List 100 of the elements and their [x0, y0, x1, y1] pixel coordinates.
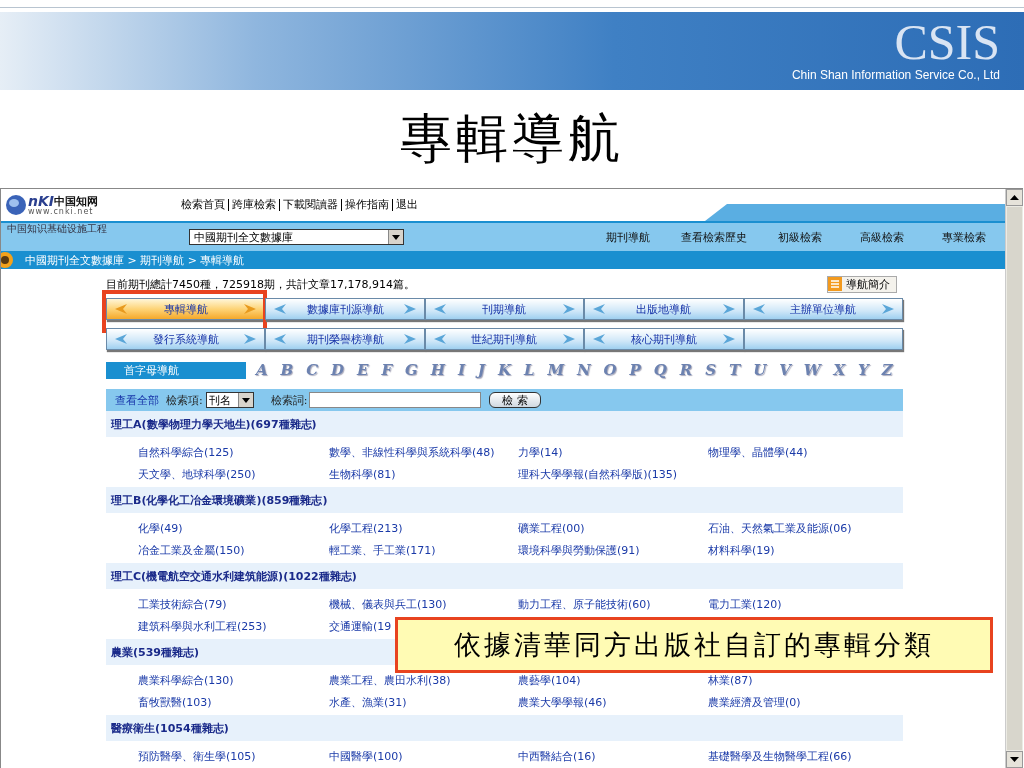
- letter-link[interactable]: E: [357, 361, 369, 379]
- subcategory-link[interactable]: 冶金工業及金屬(150): [138, 541, 245, 563]
- letter-link[interactable]: M: [547, 361, 564, 379]
- stats-text: 目前期刊總計7450種，725918期，共計文章17,178,914篇。: [106, 276, 415, 292]
- subcategory-link[interactable]: 工業技術綜合(79): [138, 595, 227, 617]
- letter-link[interactable]: S: [705, 361, 717, 379]
- search-field[interactable]: [309, 392, 482, 408]
- field-select[interactable]: 刊名: [205, 392, 254, 408]
- category-title[interactable]: 理工C(機電航空交通水利建筑能源)(1022種雜志): [111, 568, 357, 584]
- letter-link[interactable]: U: [753, 361, 767, 379]
- letter-link[interactable]: Q: [653, 361, 667, 379]
- nav-tab[interactable]: 高級檢索: [841, 229, 923, 245]
- subcategory-link[interactable]: 輕工業、手工業(171): [329, 541, 436, 563]
- subcategory-link[interactable]: 預防醫學、衛生學(105): [138, 747, 256, 768]
- subcategory-link[interactable]: 畜牧獸醫(103): [138, 693, 212, 715]
- subcategory-link[interactable]: 天文學、地球科學(250): [138, 465, 256, 487]
- subcategory-link[interactable]: 農業工程、農田水利(38): [329, 671, 451, 693]
- nav-tab[interactable]: 初級檢索: [759, 229, 841, 245]
- letter-link[interactable]: H: [430, 361, 445, 379]
- nav-button[interactable]: 世紀期刊導航: [424, 328, 585, 350]
- scrollbar[interactable]: [1005, 189, 1023, 768]
- top-link[interactable]: 下載閱讀器: [279, 199, 341, 211]
- company-name: Chin Shan Information Service Co., Ltd: [791, 68, 1000, 82]
- category-title[interactable]: 農業(539種雜志): [111, 644, 200, 660]
- database-select[interactable]: 中國期刊全文數據庫: [189, 229, 404, 245]
- nav-tab[interactable]: 期刊導航: [587, 229, 669, 245]
- view-all-link[interactable]: 查看全部: [115, 392, 159, 408]
- subcategory-link[interactable]: 建筑科學與水利工程(253): [138, 617, 267, 639]
- nav-tab[interactable]: 查看檢索歷史: [669, 229, 759, 245]
- category-title[interactable]: 醫療衛生(1054種雜志): [111, 720, 229, 736]
- intro-button[interactable]: 導航簡介: [827, 275, 897, 293]
- subcategory-link[interactable]: 物理學、晶體學(44): [708, 443, 808, 465]
- subcategory-link[interactable]: 農業大學學報(46): [518, 693, 607, 715]
- subcategory-link[interactable]: 電力工業(120): [708, 595, 782, 617]
- scroll-up-icon: [1010, 195, 1019, 200]
- top-link[interactable]: 檢索首頁: [181, 199, 228, 211]
- nav-tab[interactable]: 專業檢索: [923, 229, 1005, 245]
- subcategory-link[interactable]: 礦業工程(00): [518, 519, 585, 541]
- slogan-text: 中国知识基础设施工程: [7, 223, 107, 235]
- letter-link[interactable]: G: [405, 361, 418, 379]
- category-title[interactable]: 理工A(數學物理力學天地生)(697種雜志): [111, 416, 317, 432]
- right-arrow-icon: [881, 304, 894, 314]
- left-arrow-icon: [593, 304, 606, 314]
- subcategory-link[interactable]: 基礎醫學及生物醫學工程(66): [708, 747, 852, 768]
- subcategory-link[interactable]: 農業經濟及管理(0): [708, 693, 801, 715]
- right-arrow-icon: [244, 334, 257, 344]
- letter-link[interactable]: Z: [881, 361, 893, 379]
- letter-link[interactable]: X: [833, 361, 846, 379]
- subcategory-link[interactable]: 化學(49): [138, 519, 183, 541]
- letter-link[interactable]: C: [306, 361, 319, 379]
- letter-link[interactable]: W: [803, 361, 821, 379]
- subcategory-link[interactable]: 交通運輸(19: [329, 617, 392, 639]
- top-link[interactable]: 操作指南: [341, 199, 392, 211]
- subcategory-link[interactable]: 石油、天然氣工業及能源(06): [708, 519, 852, 541]
- subcategory-link[interactable]: 農業科學綜合(130): [138, 671, 234, 693]
- subcategory-link[interactable]: 化學工程(213): [329, 519, 403, 541]
- nav-button[interactable]: 發行系統導航: [106, 328, 266, 350]
- letter-link[interactable]: B: [280, 361, 294, 379]
- letter-link[interactable]: O: [603, 361, 617, 379]
- letter-link[interactable]: V: [779, 361, 791, 379]
- nav-button[interactable]: 主辦單位導航: [743, 298, 903, 320]
- letter-link[interactable]: D: [331, 361, 345, 379]
- nav-button[interactable]: 核心期刊導航: [584, 328, 744, 350]
- subcategory-link[interactable]: 生物科學(81): [329, 465, 396, 487]
- subcategory-link[interactable]: 自然科學綜合(125): [138, 443, 234, 465]
- search-button[interactable]: 檢 索: [489, 392, 541, 408]
- nav-button[interactable]: 期刊榮譽榜導航: [265, 328, 425, 350]
- subcategory-link[interactable]: 材料科學(19): [708, 541, 775, 563]
- top-link[interactable]: 退出: [392, 199, 421, 211]
- letter-link[interactable]: R: [679, 361, 693, 379]
- subcategory-link[interactable]: 水產、漁業(31): [329, 693, 407, 715]
- letter-link[interactable]: Y: [858, 361, 869, 379]
- letter-link[interactable]: N: [576, 361, 591, 379]
- category-title[interactable]: 理工B(化學化工冶金環境礦業)(859種雜志): [111, 492, 328, 508]
- logo-url: www.cnki.net: [28, 208, 94, 216]
- breadcrumb: 中國期刊全文數據庫 > 期刊導航 > 專輯導航: [25, 252, 245, 268]
- subcategory-link[interactable]: 理科大學學報(自然科學版)(135): [518, 465, 678, 487]
- subcategory-link[interactable]: 中國醫學(100): [329, 747, 403, 768]
- letter-link[interactable]: K: [497, 361, 511, 379]
- subcategory-link[interactable]: 機械、儀表與兵工(130): [329, 595, 447, 617]
- nav-button[interactable]: 刊期導航: [424, 298, 585, 320]
- subcategory-link[interactable]: 農藝學(104): [518, 671, 581, 693]
- letter-link[interactable]: I: [457, 361, 465, 379]
- letter-link[interactable]: L: [523, 361, 535, 379]
- subcategory-link[interactable]: 力學(14): [518, 443, 563, 465]
- nav-button[interactable]: 數據庫刊源導航: [265, 298, 425, 320]
- letter-link[interactable]: P: [629, 361, 641, 379]
- letter-link[interactable]: J: [477, 361, 485, 379]
- subcategory-link[interactable]: 動力工程、原子能技術(60): [518, 595, 651, 617]
- letter-link[interactable]: F: [381, 361, 393, 379]
- letter-link[interactable]: A: [256, 361, 268, 379]
- nav-button[interactable]: 出版地導航: [584, 298, 744, 320]
- subcategory-link[interactable]: 環境科學與勞動保護(91): [518, 541, 640, 563]
- top-link[interactable]: 跨庫檢索: [228, 199, 279, 211]
- subcategory-link[interactable]: 數學、非線性科學與系統科學(48): [329, 443, 495, 465]
- subcategory-link[interactable]: 中西醫結合(16): [518, 747, 596, 768]
- alphabet-label: 首字母導航: [106, 361, 246, 379]
- nav-button[interactable]: 專輯導航: [106, 298, 266, 320]
- letter-link[interactable]: T: [729, 361, 741, 379]
- subcategory-link[interactable]: 林業(87): [708, 671, 753, 693]
